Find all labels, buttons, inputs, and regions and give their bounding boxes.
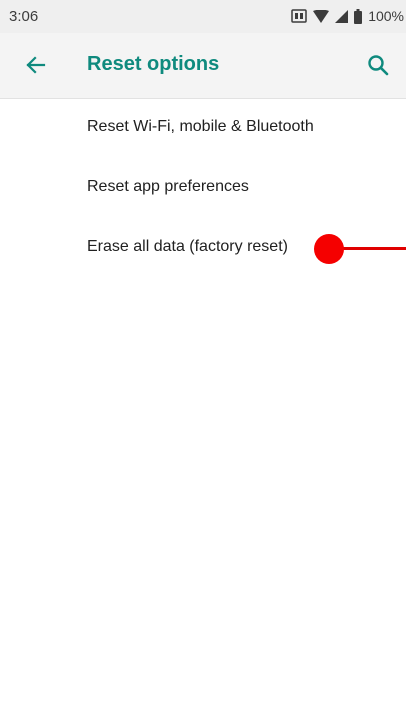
- back-button[interactable]: [22, 51, 50, 79]
- signal-icon: [335, 9, 349, 23]
- list-item-label: Reset Wi-Fi, mobile & Bluetooth: [87, 118, 314, 135]
- list-item-label: Erase all data (factory reset): [87, 238, 288, 255]
- back-arrow-icon: [26, 56, 46, 74]
- list-item-label: Reset app preferences: [87, 178, 249, 195]
- app-bar: Reset options: [0, 33, 406, 99]
- wifi-icon: [313, 9, 330, 23]
- battery-icon: [354, 8, 363, 24]
- search-button[interactable]: [364, 51, 392, 79]
- status-time: 3:06: [9, 8, 39, 25]
- page-title: Reset options: [87, 53, 220, 75]
- search-icon: [368, 55, 389, 76]
- status-icons: 100%: [291, 8, 404, 24]
- battery-percent: 100%: [368, 8, 404, 24]
- status-bar: 3:06 100%: [0, 0, 406, 33]
- annotation-pointer-line: [340, 247, 406, 250]
- list-item-reset-app-preferences[interactable]: Reset app preferences: [0, 159, 406, 217]
- list-item-reset-network[interactable]: Reset Wi-Fi, mobile & Bluetooth: [0, 99, 406, 157]
- screenshot-icon: [291, 9, 307, 23]
- annotation-pointer-dot: [314, 234, 344, 264]
